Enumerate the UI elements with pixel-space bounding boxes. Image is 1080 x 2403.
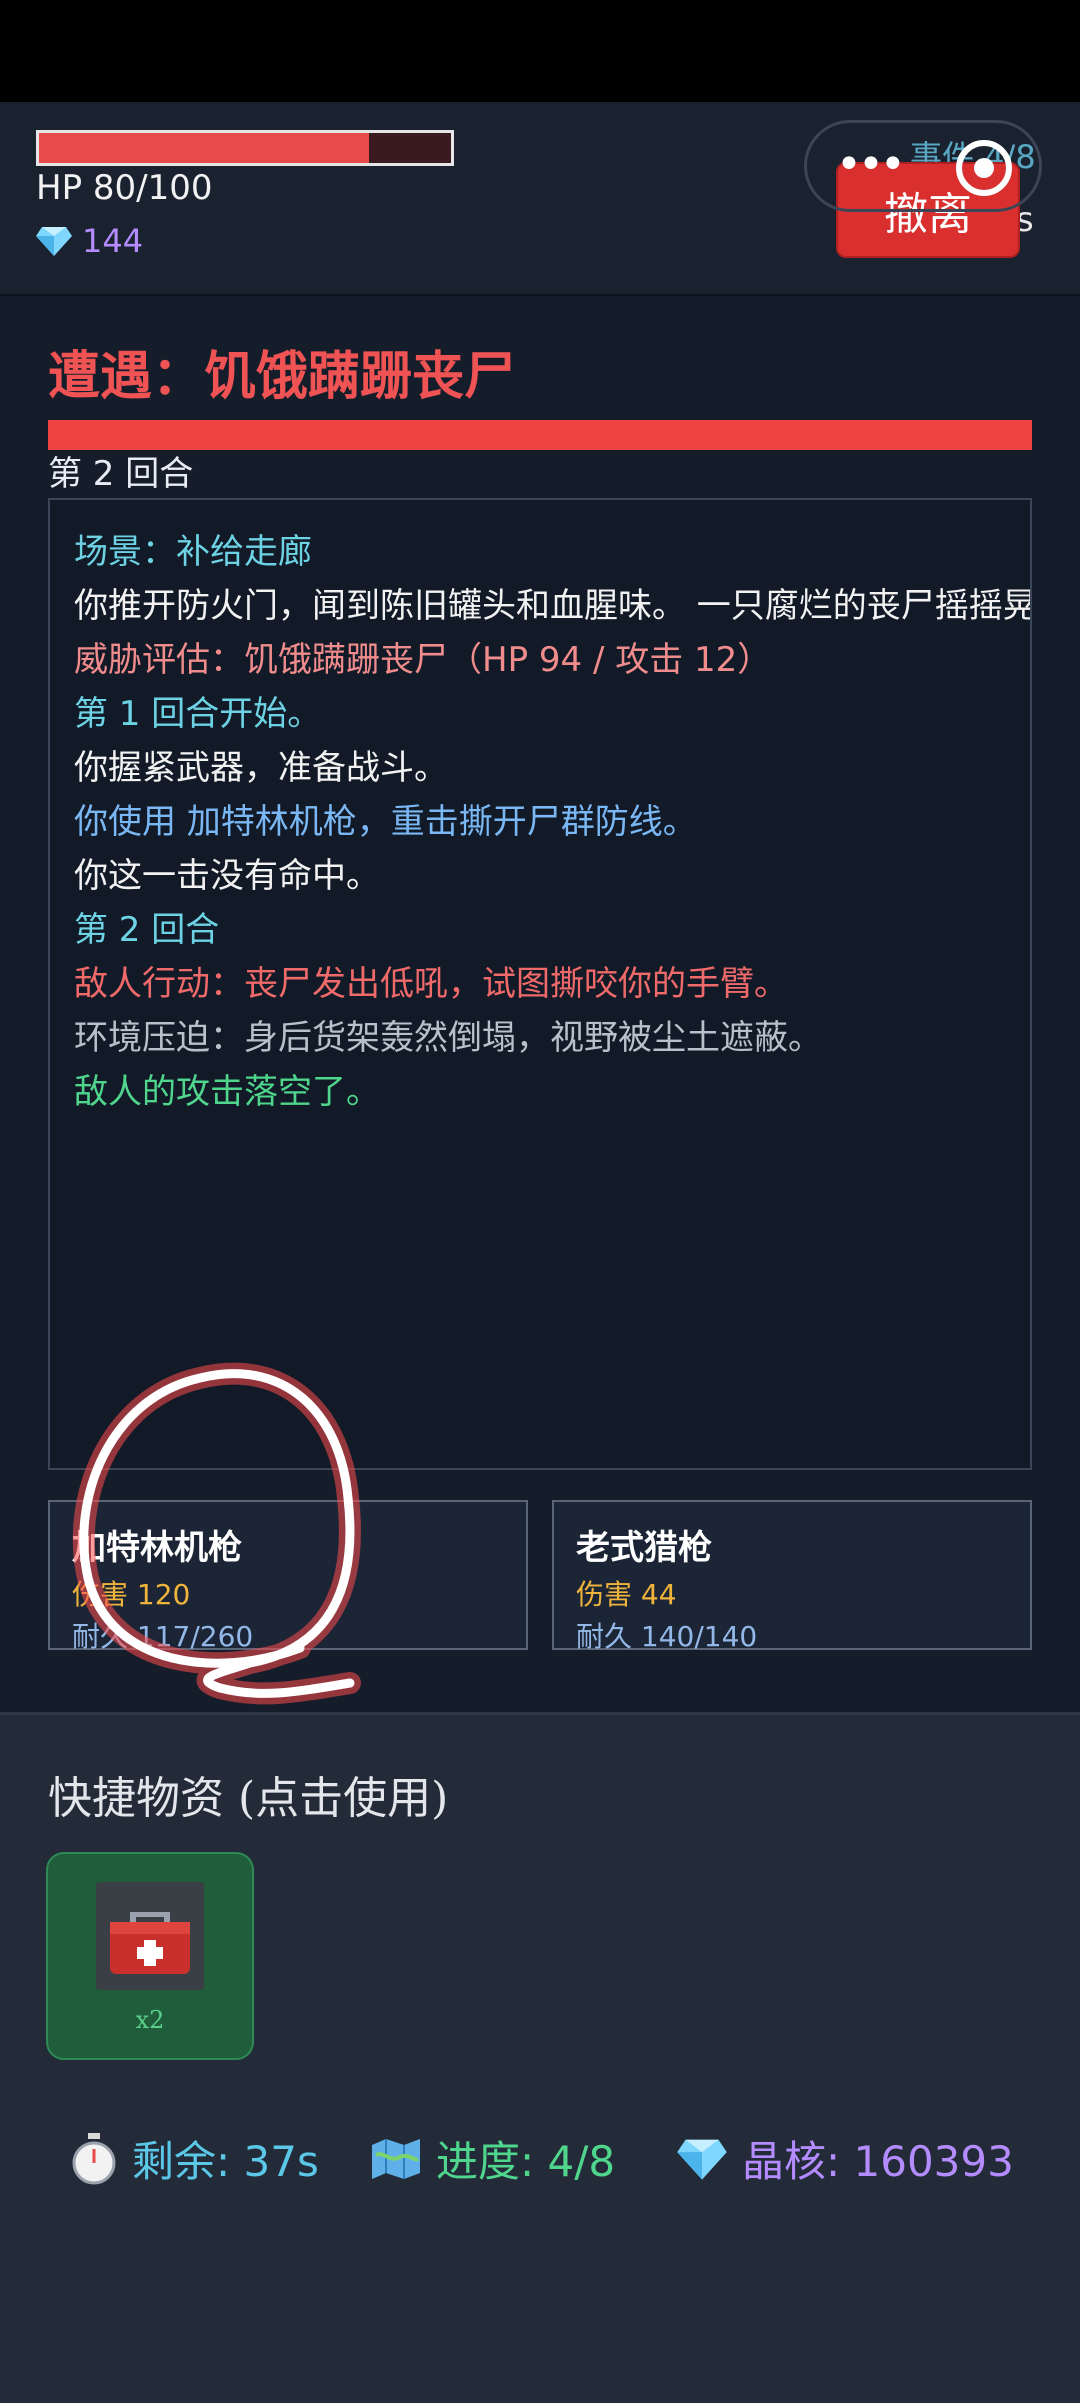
progress-text: 进度: 4/8 [436,2137,616,2186]
close-target-icon[interactable] [956,140,1012,196]
weapon-damage: 伤害 44 [576,1578,677,1611]
first-aid-toolbox-icon [96,1882,204,1990]
player-hp-text: HP 80/100 [36,168,213,208]
log-line: 你推开防火门，闻到陈旧罐头和血腥味。 一只腐烂的丧尸摇摇晃 [74,586,1032,626]
log-line: 环境压迫：身后货架轰然倒塌，视野被尘土遮蔽。 [74,1018,822,1058]
log-line: 敌人行动：丧尸发出低吼，试图撕咬你的手臂。 [74,964,788,1004]
weapon-damage: 伤害 120 [72,1578,191,1611]
log-line: 第 2 回合 [74,910,220,950]
weapon-card-shotgun[interactable]: 老式猎枪 伤害 44 耐久 140/140 [552,1500,1032,1653]
weapon-durability: 耐久 117/260 [72,1620,254,1653]
enemy-hp-bar [48,420,1032,450]
map-icon [372,2138,420,2179]
encounter-title: 遭遇：饥饿蹒跚丧尸 [48,347,517,407]
item-count: x2 [135,2006,165,2034]
remaining-time-text: 剩余: 37s [132,2137,319,2186]
stopwatch-icon [72,2132,116,2184]
core-count-text: 晶核: 160393 [742,2137,1014,2186]
remaining-time: 剩余: 37s [70,2128,319,2189]
gem-count-value: 144 [82,222,144,260]
log-line: 你这一击没有命中。 [74,856,380,896]
weapon-name: 加特林机枪 [72,1528,242,1568]
log-line: 你使用 加特林机枪，重击撕开尸群防线。 [74,802,697,842]
gem-count: 144 [36,222,143,260]
log-line: 你握紧武器，准备战斗。 [74,748,448,788]
quick-supplies-title: 快捷物资 (点击使用) [48,1773,449,1824]
round-label: 第 2 回合 [48,454,194,494]
battle-log: 场景：补给走廊 你推开防火门，闻到陈旧罐头和血腥味。 一只腐烂的丧尸摇摇晃 威胁… [48,498,1032,1470]
core-count: 晶核: 160393 [676,2128,1014,2189]
player-hp-fill [39,133,369,163]
more-dots-icon[interactable]: ••• [836,143,906,187]
weapon-durability: 耐久 140/140 [576,1620,758,1653]
diamond-icon [677,2139,727,2180]
progress: 进度: 4/8 [370,2128,615,2189]
player-hp-bar [36,130,454,166]
quick-item-slot[interactable]: x2 [46,1852,254,2060]
diamond-icon [36,227,72,256]
status-bar [0,0,1080,102]
log-line: 敌人的攻击落空了。 [74,1072,380,1112]
log-line: 第 1 回合开始。 [74,694,322,734]
log-line: 场景：补给走廊 [74,532,312,572]
log-line: 威胁评估：饥饿蹒跚丧尸（HP 94 / 攻击 12） [74,640,772,680]
weapon-name: 老式猎枪 [576,1528,712,1568]
weapon-card-gatling[interactable]: 加特林机枪 伤害 120 耐久 117/260 [48,1500,528,1653]
